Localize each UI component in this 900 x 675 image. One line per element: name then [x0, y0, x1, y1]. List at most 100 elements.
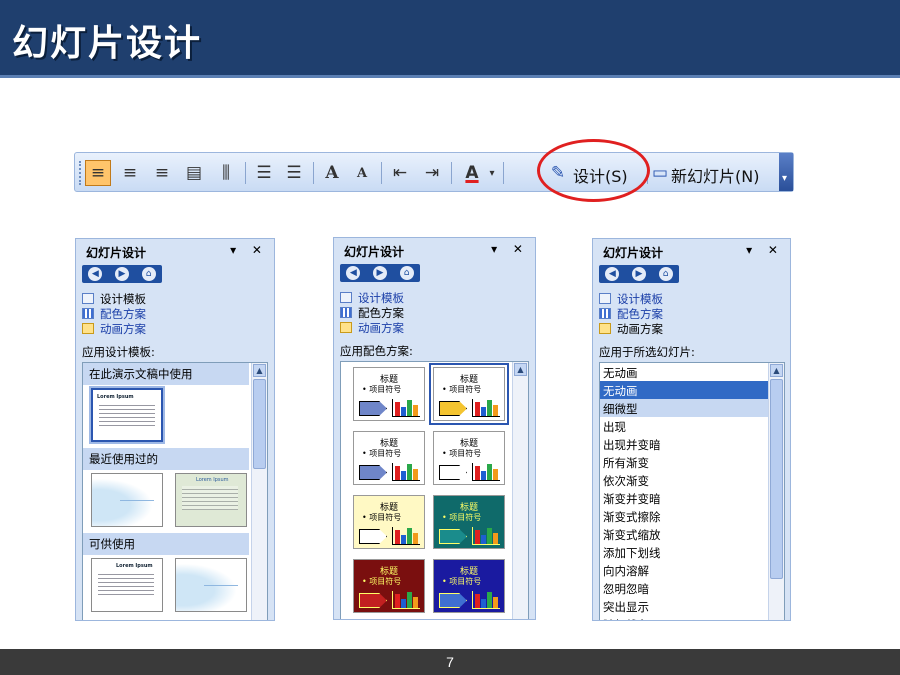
scrollbar[interactable]: ▲	[768, 363, 784, 620]
task-pane-design-templates: 幻灯片设计 ▾ ✕ ◀ ▶ ⌂ 设计模板 配色方案 动画方案 应用设计模板: 在…	[75, 238, 275, 621]
scheme-sample-bars	[392, 463, 420, 481]
color-scheme-swatch[interactable]: 标题 • 项目符号	[353, 495, 425, 549]
color-scheme-swatch[interactable]: 标题 • 项目符号	[433, 559, 505, 613]
template-thumbnail[interactable]: Lorem Ipsum	[89, 386, 165, 444]
animation-list-item[interactable]: 出现并变暗	[600, 435, 768, 453]
scheme-sample-arrow	[359, 593, 387, 608]
pane-nav-strip: ◀ ▶ ⌂	[599, 265, 679, 283]
animation-list-item[interactable]: 所有渐变	[600, 453, 768, 471]
decrease-font-icon[interactable]: A	[349, 160, 375, 186]
link-design-templates[interactable]: 设计模板	[599, 291, 663, 306]
home-icon[interactable]: ⌂	[658, 267, 673, 281]
scheme-sample-arrow	[439, 401, 467, 416]
home-icon[interactable]: ⌂	[141, 267, 156, 281]
color-scheme-swatch[interactable]: 标题 • 项目符号	[353, 367, 425, 421]
toolbar-grip[interactable]	[79, 161, 82, 185]
scheme-sample-bullet: • 项目符号	[442, 385, 482, 394]
forward-icon[interactable]: ▶	[631, 267, 646, 281]
formatting-toolbar: ≡ ≡ ≡ ▤ ⫼ ☰ ☰ A A ⇤ ⇥ A ▾ ✎ 设计(S) ▭ 新幻灯片…	[74, 152, 794, 192]
scheme-sample-bullet: • 项目符号	[442, 449, 482, 458]
link-design-templates[interactable]: 设计模板	[340, 290, 404, 305]
toolbar-separator	[313, 162, 314, 184]
pane-nav-strip: ◀ ▶ ⌂	[82, 265, 162, 283]
link-color-schemes[interactable]: 配色方案	[340, 305, 404, 320]
bullets-icon[interactable]: ☰	[281, 160, 307, 186]
template-thumbnail[interactable]: Lorem Ipsum	[175, 473, 247, 527]
align-left-icon[interactable]: ≡	[85, 160, 111, 186]
template-thumbnail[interactable]	[91, 473, 163, 527]
link-animation-schemes[interactable]: 动画方案	[82, 321, 146, 336]
animation-list-item[interactable]: 细微型	[600, 399, 768, 417]
slide-title-bar: 幻灯片设计	[0, 0, 900, 78]
pane-controls[interactable]: ▾ ✕	[491, 242, 529, 256]
increase-font-icon[interactable]: A	[319, 160, 345, 186]
numbering-icon[interactable]: ☰	[251, 160, 277, 186]
pane-header: 幻灯片设计 ▾ ✕	[334, 238, 535, 262]
color-scheme-swatch[interactable]: 标题 • 项目符号	[353, 559, 425, 613]
scheme-sample-arrow	[359, 529, 387, 544]
pane-title: 幻灯片设计	[344, 245, 405, 259]
toolbar-options-button[interactable]	[779, 153, 793, 191]
color-scheme-swatch[interactable]: 标题 • 项目符号	[433, 495, 505, 549]
scrollbar[interactable]: ▲	[512, 362, 528, 619]
animation-list-item[interactable]: 突出显示	[600, 597, 768, 615]
animation-list-item[interactable]: 渐变并变暗	[600, 489, 768, 507]
animation-list-item[interactable]: 出现	[600, 417, 768, 435]
distribute-icon[interactable]: ▤	[181, 160, 207, 186]
scrollbar[interactable]: ▲	[251, 363, 267, 620]
scheme-sample-bars	[472, 591, 500, 609]
scheme-sample-bullet: • 项目符号	[442, 577, 482, 586]
animation-list-item[interactable]: 渐变式缩放	[600, 525, 768, 543]
animation-list-item[interactable]: 渐变式擦除	[600, 507, 768, 525]
font-color-icon[interactable]: A	[459, 160, 485, 186]
animation-list-item[interactable]: 无动画	[600, 381, 768, 399]
scheme-sample-arrow	[359, 465, 387, 480]
decrease-indent-icon[interactable]: ⇤	[387, 160, 413, 186]
increase-indent-icon[interactable]: ⇥	[419, 160, 445, 186]
color-scheme-swatch[interactable]: 标题 • 项目符号	[429, 363, 509, 425]
animation-list-item[interactable]: 添加下划线	[600, 543, 768, 561]
animation-list-item[interactable]: 无动画	[600, 363, 768, 381]
scheme-sample-bars	[392, 591, 420, 609]
back-icon[interactable]: ◀	[346, 266, 361, 280]
forward-icon[interactable]: ▶	[114, 267, 129, 281]
text-direction-icon[interactable]: ⫼	[213, 160, 239, 186]
new-slide-button[interactable]: 新幻灯片(N)	[671, 163, 759, 187]
link-animation-schemes[interactable]: 动画方案	[340, 320, 404, 335]
template-icon	[82, 293, 94, 304]
link-color-schemes[interactable]: 配色方案	[599, 306, 663, 321]
animation-list-item[interactable]: 忽明忽暗	[600, 579, 768, 597]
align-center-icon[interactable]: ≡	[117, 160, 143, 186]
color-scheme-swatch[interactable]: 标题 • 项目符号	[433, 431, 505, 485]
group-header: 可供使用	[83, 533, 249, 555]
animation-list-item[interactable]: 随机线条	[600, 615, 768, 620]
scheme-sample-bullet: • 项目符号	[362, 449, 402, 458]
template-thumbnail[interactable]: Lorem Ipsum	[91, 558, 163, 612]
pane-controls[interactable]: ▾ ✕	[746, 243, 784, 257]
template-thumbnail[interactable]	[175, 558, 247, 612]
color-scheme-icon	[82, 308, 94, 319]
template-icon	[599, 293, 611, 304]
pane-links: 设计模板 配色方案 动画方案	[82, 291, 146, 336]
animation-list-item[interactable]: 向内溶解	[600, 561, 768, 579]
back-icon[interactable]: ◀	[88, 267, 103, 281]
color-scheme-icon	[599, 308, 611, 319]
back-icon[interactable]: ◀	[605, 267, 620, 281]
scheme-sample-bars	[472, 463, 500, 481]
forward-icon[interactable]: ▶	[372, 266, 387, 280]
pane-controls[interactable]: ▾ ✕	[230, 243, 268, 257]
link-animation-schemes[interactable]: 动画方案	[599, 321, 663, 336]
group-header: 在此演示文稿中使用	[83, 363, 249, 385]
pane-links: 设计模板 配色方案 动画方案	[599, 291, 663, 336]
animation-icon	[599, 323, 611, 334]
new-slide-icon[interactable]: ▭	[651, 160, 669, 186]
pane-header: 幻灯片设计 ▾ ✕	[593, 239, 790, 263]
color-scheme-swatch[interactable]: 标题 • 项目符号	[353, 431, 425, 485]
chevron-down-icon[interactable]: ▾	[485, 160, 499, 186]
link-color-schemes[interactable]: 配色方案	[82, 306, 146, 321]
link-design-templates[interactable]: 设计模板	[82, 291, 146, 306]
animation-list-item[interactable]: 依次渐变	[600, 471, 768, 489]
align-right-icon[interactable]: ≡	[149, 160, 175, 186]
home-icon[interactable]: ⌂	[399, 266, 414, 280]
slide-title: 幻灯片设计	[12, 22, 203, 64]
